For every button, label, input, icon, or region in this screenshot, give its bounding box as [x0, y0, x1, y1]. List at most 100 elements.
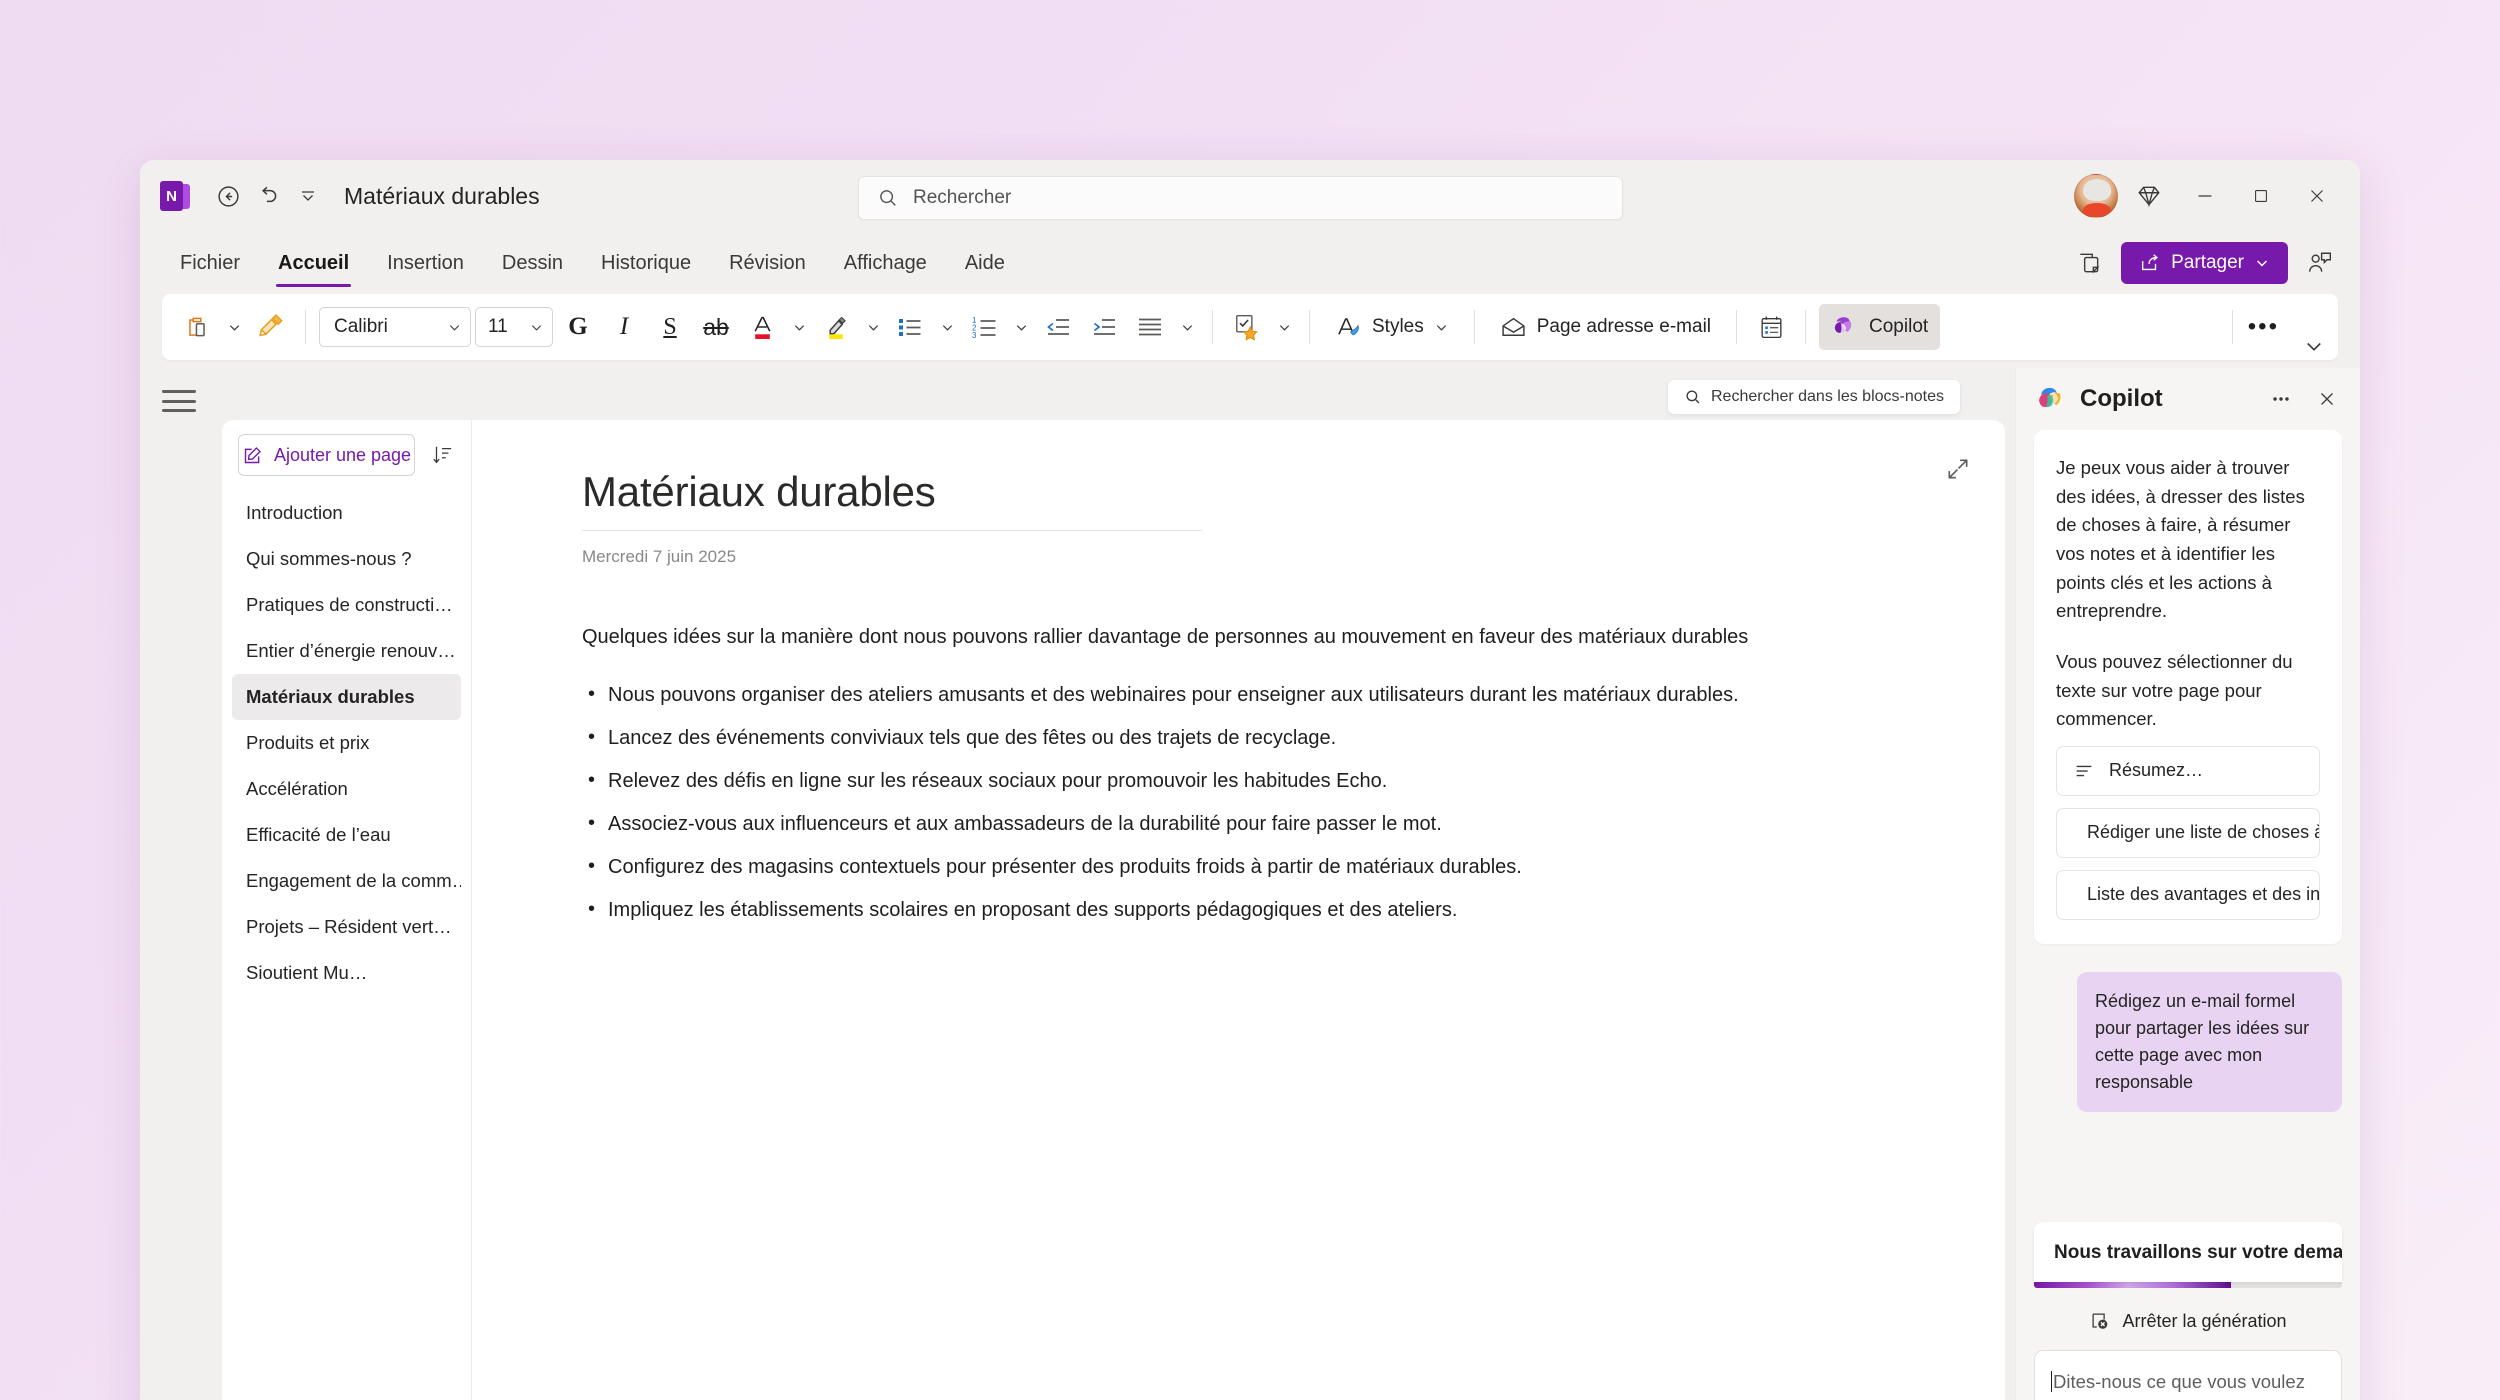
text-highlight-icon[interactable]	[815, 304, 857, 350]
increase-indent-icon[interactable]	[1083, 304, 1125, 350]
note-bullet-item[interactable]: Nous pouvons organiser des ateliers amus…	[582, 679, 1945, 710]
stop-generation-button[interactable]: Arrêter la génération	[2016, 1310, 2360, 1332]
tab-historique[interactable]: Historique	[585, 246, 707, 281]
bullet-list-icon[interactable]	[889, 304, 931, 350]
sort-pages-icon[interactable]	[425, 438, 459, 472]
share-button[interactable]: Partager	[2121, 242, 2288, 284]
add-collaborator-icon[interactable]	[2300, 243, 2340, 283]
page-list-panel: Ajouter une page Introduction Qui sommes…	[222, 420, 472, 1400]
note-content-card: Ajouter une page Introduction Qui sommes…	[222, 420, 2005, 1400]
align-paragraph-icon[interactable]	[1129, 304, 1171, 350]
note-bullet-item[interactable]: Relevez des défis en ligne sur les résea…	[582, 765, 1945, 796]
page-item-sioutient-mu[interactable]: Sioutient Mu…	[232, 950, 461, 996]
page-item-acceleration[interactable]: Accélération	[232, 766, 461, 812]
page-item-pratiques-de-construction[interactable]: Pratiques de constructi…	[232, 582, 461, 628]
copilot-intro-paragraph-1: Je peux vous aider à trouver des idées, …	[2056, 457, 2305, 622]
numbering-chevron-down-icon[interactable]	[1009, 304, 1033, 350]
page-item-efficacite-de-l-eau[interactable]: Efficacité de l’eau	[232, 812, 461, 858]
underline-button[interactable]: S	[649, 304, 691, 350]
copilot-icon	[1834, 317, 1852, 334]
suggestion-label: Liste des avantages et des incon…	[2087, 884, 2320, 905]
suggestion-todo-list[interactable]: Rédiger une liste de choses à faire…	[2056, 808, 2320, 859]
search-input[interactable]: Rechercher	[858, 176, 1623, 220]
page-item-projets-resident-vert[interactable]: Projets – Résident vert…	[232, 904, 461, 950]
numbered-list-icon[interactable]: 1 2 3	[963, 304, 1005, 350]
expand-page-icon[interactable]	[1945, 456, 1971, 482]
note-bullet-item[interactable]: Associez-vous aux influenceurs et aux am…	[582, 808, 1945, 839]
page-item-introduction[interactable]: Introduction	[232, 490, 461, 536]
tab-accueil[interactable]: Accueil	[262, 246, 365, 287]
back-arrow-icon[interactable]	[208, 176, 248, 216]
minimize-icon[interactable]	[2180, 172, 2230, 220]
more-options-icon[interactable]	[2264, 382, 2298, 416]
note-page[interactable]: Matériaux durables Mercredi 7 juin 2025 …	[472, 420, 2005, 1400]
avatar[interactable]	[2074, 174, 2118, 218]
strikethrough-button[interactable]: ab	[695, 304, 737, 350]
note-bullet-item[interactable]: Lancez des événements conviviaux tels qu…	[582, 722, 1945, 753]
copilot-header: Copilot	[2016, 368, 2360, 430]
note-bullet-item[interactable]: Impliquez les établissements scolaires e…	[582, 894, 1945, 925]
tags-icon[interactable]	[1226, 304, 1268, 350]
paste-options-chevron-down-icon[interactable]	[222, 304, 246, 350]
tab-fichier[interactable]: Fichier	[164, 246, 256, 281]
copilot-suggestion-list: Résumez… Rédiger une liste de choses à f…	[2056, 746, 2320, 921]
bullets-chevron-down-icon[interactable]	[935, 304, 959, 350]
stop-generation-icon	[2092, 1313, 2108, 1330]
chevron-down-icon	[1436, 324, 1446, 331]
format-painter-icon[interactable]	[250, 304, 292, 350]
suggestion-pros-cons[interactable]: Liste des avantages et des incon…	[2056, 870, 2320, 921]
bold-button[interactable]: G	[557, 304, 599, 350]
font-color-chevron-down-icon[interactable]	[787, 304, 811, 350]
page-item-entier-energie-renouvelable[interactable]: Entier d’énergie renouv…	[232, 628, 461, 674]
chevron-down-icon	[2256, 260, 2268, 267]
add-page-button[interactable]: Ajouter une page	[238, 434, 415, 476]
page-item-qui-sommes-nous[interactable]: Qui sommes-nous ?	[232, 536, 461, 582]
font-size-value: 11	[488, 316, 508, 337]
navigation-menu-icon[interactable]	[162, 386, 196, 416]
note-title[interactable]: Matériaux durables	[582, 468, 1945, 530]
copilot-status-card: Nous travaillons sur votre demande…	[2034, 1222, 2342, 1283]
italic-label: I	[619, 313, 629, 340]
note-bullet-item[interactable]: Configurez des magasins contextuels pour…	[582, 851, 1945, 882]
ribbon-collapse-chevron-down-icon[interactable]	[2304, 336, 2324, 356]
copilot-close-icon[interactable]	[2310, 382, 2344, 416]
page-item-produits-et-prix[interactable]: Produits et prix	[232, 720, 461, 766]
window-document-title: Matériaux durables	[344, 182, 540, 209]
tab-aide[interactable]: Aide	[949, 246, 1021, 281]
styles-button[interactable]: Styles	[1323, 304, 1461, 350]
note-intro-paragraph[interactable]: Quelques idées sur la manière dont nous …	[582, 623, 1945, 652]
close-icon[interactable]	[2292, 172, 2342, 220]
tab-dessin[interactable]: Dessin	[486, 246, 579, 281]
font-color-icon[interactable]	[741, 304, 783, 350]
sticky-notes-icon[interactable]	[2069, 243, 2109, 283]
diamond-icon[interactable]	[2124, 172, 2174, 220]
email-page-button[interactable]: Page adresse e-mail	[1488, 304, 1723, 350]
ribbon-overflow-label: •••	[2247, 312, 2279, 340]
align-chevron-down-icon[interactable]	[1175, 304, 1199, 350]
italic-button[interactable]: I	[603, 304, 645, 350]
font-size-select[interactable]: 11	[475, 307, 553, 347]
tab-insertion[interactable]: Insertion	[371, 246, 480, 281]
onenote-window: N Matériaux durables Rechercher Fichier …	[140, 160, 2360, 1400]
page-item-materiaux-durables[interactable]: Matériaux durables	[232, 674, 461, 720]
copilot-prompt-input[interactable]: Dites-nous ce que vous voulez faire. Pou…	[2034, 1350, 2342, 1400]
paste-icon[interactable]	[176, 304, 218, 350]
suggestion-summarize[interactable]: Résumez…	[2056, 746, 2320, 797]
ribbon-overflow-button[interactable]: •••	[2241, 304, 2286, 350]
customize-quick-access-icon[interactable]	[288, 176, 328, 216]
maximize-icon[interactable]	[2236, 172, 2286, 220]
font-name-select[interactable]: Calibri	[319, 307, 471, 347]
notebook-search-input[interactable]: Rechercher dans les blocs-notes	[1667, 380, 1960, 414]
copilot-ribbon-button[interactable]: Copilot	[1819, 304, 1941, 350]
suggestion-label: Rédiger une liste de choses à faire…	[2087, 822, 2319, 843]
tab-affichage[interactable]: Affichage	[828, 246, 943, 281]
highlight-chevron-down-icon[interactable]	[861, 304, 885, 350]
decrease-indent-icon[interactable]	[1037, 304, 1079, 350]
envelope-icon	[1502, 317, 1525, 336]
page-item-engagement-de-la-communaute[interactable]: Engagement de la comm…	[232, 858, 461, 904]
tab-revision[interactable]: Révision	[713, 246, 822, 281]
tags-chevron-down-icon[interactable]	[1272, 304, 1296, 350]
meeting-details-icon[interactable]	[1750, 304, 1792, 350]
undo-icon[interactable]	[248, 176, 288, 216]
font-name-value: Calibri	[334, 316, 388, 337]
